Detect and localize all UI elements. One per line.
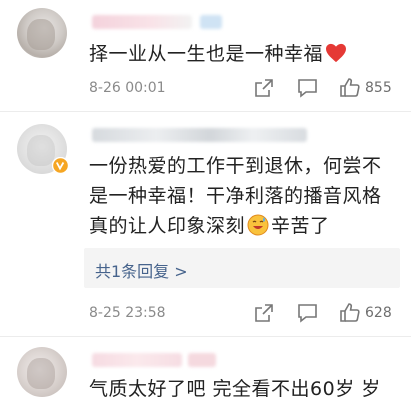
red-heart-icon xyxy=(325,43,347,63)
like-button[interactable]: 855 xyxy=(339,77,392,98)
commenter-name-blurred[interactable] xyxy=(92,353,182,367)
comment-reply-icon[interactable] xyxy=(297,78,318,98)
comment-text: 择一业从一生也是一种幸福 xyxy=(89,39,347,69)
commenter-name-blurred[interactable] xyxy=(92,15,192,29)
comment-text: 气质太好了吧 完全看不出60岁 岁 xyxy=(89,378,381,400)
divider xyxy=(0,336,411,337)
comment-reply-icon[interactable] xyxy=(297,303,318,323)
commenter-badge-blurred xyxy=(188,353,216,367)
reply-summary-box[interactable]: 共1条回复 > xyxy=(84,248,400,288)
like-button[interactable]: 628 xyxy=(339,302,392,323)
verified-badge-icon xyxy=(52,157,69,174)
comment-text: 一份热爱的工作干到退休，何尝不 是一种幸福！干净利落的播音风格 真的让人印象深刻… xyxy=(89,155,382,237)
like-count: 855 xyxy=(365,79,392,96)
sweating-smile-emoji-icon xyxy=(247,214,269,236)
share-icon[interactable] xyxy=(254,78,274,98)
share-icon[interactable] xyxy=(254,303,274,323)
commenter-avatar[interactable] xyxy=(17,347,67,397)
commenter-name-blurred[interactable] xyxy=(92,128,307,142)
comment-timestamp: 8-26 00:01 xyxy=(89,80,166,96)
thumbs-up-icon xyxy=(339,302,361,323)
comment-timestamp: 8-25 23:58 xyxy=(89,305,166,321)
view-replies-link[interactable]: 共1条回复 > xyxy=(95,258,188,282)
commenter-avatar[interactable] xyxy=(17,8,67,58)
divider xyxy=(0,111,411,112)
like-count: 628 xyxy=(365,304,392,321)
thumbs-up-icon xyxy=(339,77,361,98)
commenter-badge-blurred xyxy=(200,15,222,29)
